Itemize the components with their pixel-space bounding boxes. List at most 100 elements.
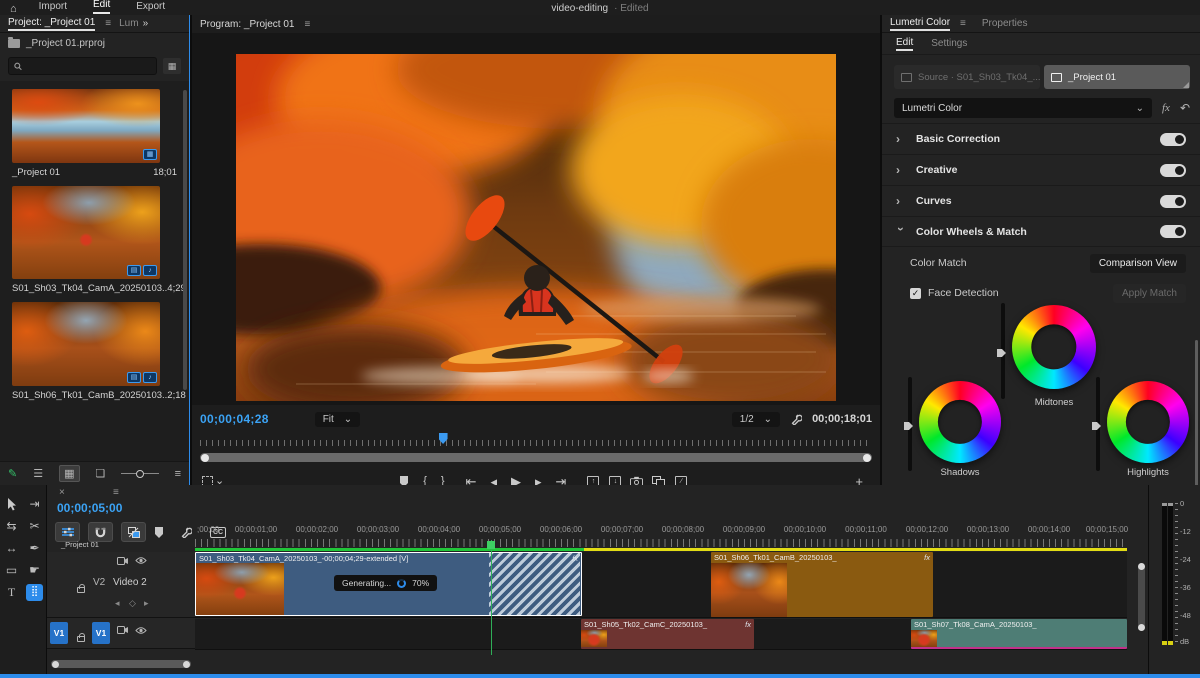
project-toolbar-menu-icon[interactable]: ≡ <box>175 468 181 480</box>
apply-match-button[interactable]: Apply Match <box>1112 283 1186 303</box>
search-box[interactable] <box>8 57 157 75</box>
tab-lumetri-truncated[interactable]: Lum <box>119 18 138 29</box>
remix-tool-selected[interactable]: ⣿ <box>26 583 43 601</box>
track-v2-number[interactable]: V2 <box>93 577 105 588</box>
tab-program[interactable]: Program: _Project 01 <box>200 19 295 30</box>
slip-tool[interactable]: ↔ <box>6 542 18 554</box>
vscroll-bottom-handle[interactable] <box>1138 624 1145 631</box>
shadows-slider-handle[interactable] <box>904 422 913 430</box>
toggle-track-output-eye-icon[interactable] <box>135 556 147 565</box>
source-monitor-icon[interactable] <box>117 557 128 565</box>
selection-tool[interactable] <box>6 497 17 511</box>
section-curves[interactable]: › Curves <box>882 185 1200 216</box>
timeline-ruler[interactable]: ;00;00 00;00;01;00 00;00;02;00 00;00;03;… <box>195 525 1128 547</box>
project-panel-menu-icon[interactable]: ≡ <box>105 18 111 29</box>
track-lock-icon[interactable] <box>77 633 85 642</box>
pen-tool[interactable]: ✒ <box>29 542 39 554</box>
previous-keyframe-icon[interactable]: ◂ <box>115 598 120 609</box>
timeline-panel-menu-icon[interactable]: ≡ <box>113 487 119 498</box>
shadows-wheel-center[interactable] <box>937 399 983 445</box>
close-icon[interactable]: × <box>59 487 65 498</box>
menu-export[interactable]: Export <box>136 1 165 14</box>
timeline-current-timecode[interactable]: 00;00;05;00 <box>57 501 122 515</box>
vscroll-top-handle[interactable] <box>1138 563 1145 570</box>
project-clip-thumbnail[interactable]: ▤ ♪ <box>12 302 160 386</box>
freeform-view-icon[interactable]: ❏ <box>96 467 106 480</box>
clip-s01-sh03-tk04-selected[interactable]: S01_Sh03_Tk04_CamA_20250103_-00;00;04;29… <box>195 552 582 616</box>
source-patch-v1-button[interactable]: V1 <box>50 622 68 644</box>
find-in-bin-icon[interactable]: ▦ <box>163 58 181 74</box>
menu-edit[interactable]: Edit <box>93 0 111 14</box>
section-color-wheels-match[interactable]: › Color Wheels & Match <box>882 216 1200 247</box>
section-creative[interactable]: › Creative <box>882 154 1200 185</box>
curves-toggle[interactable] <box>1160 194 1186 208</box>
scrollbar-right-handle[interactable] <box>863 453 871 462</box>
clip-name[interactable]: S01_Sh03_Tk04_CamA_20250103.. <box>12 283 167 294</box>
zoom-level-dropdown[interactable]: Fit ⌄ <box>314 411 361 427</box>
project-clip-thumbnail[interactable]: ▦ <box>12 89 160 163</box>
scrollbar-left-handle[interactable] <box>201 453 209 462</box>
highlights-slider-handle[interactable] <box>1092 422 1101 430</box>
search-input[interactable] <box>26 60 151 72</box>
home-icon[interactable]: ⌂ <box>10 4 17 15</box>
program-scrollbar[interactable] <box>200 453 872 462</box>
linked-selection-button[interactable] <box>121 522 146 542</box>
lumetri-panel-menu-icon[interactable]: ≡ <box>960 18 966 29</box>
track-lock-icon[interactable] <box>77 584 85 593</box>
shadows-luma-slider[interactable] <box>904 377 913 471</box>
project-file-row[interactable]: _Project 01.prproj <box>0 33 189 53</box>
program-panel-menu-icon[interactable]: ≡ <box>305 19 311 30</box>
lumetri-scrollbar[interactable] <box>1195 340 1198 490</box>
sequence-settings-button[interactable] <box>55 522 80 542</box>
settings-wrench-icon[interactable] <box>790 413 803 425</box>
icon-view-icon[interactable]: ▦ <box>59 465 80 482</box>
program-current-timecode[interactable]: 00;00;04;28 <box>200 412 269 426</box>
zoom-slider-knob[interactable] <box>135 469 144 478</box>
add-marker-icon[interactable] <box>154 526 164 538</box>
source-clip-button[interactable]: Source · S01_Sh03_Tk04_... <box>894 65 1040 89</box>
source-monitor-icon[interactable] <box>117 626 128 634</box>
razor-tool[interactable]: ✂ <box>29 520 39 532</box>
thumbnail-zoom-slider[interactable] <box>121 469 159 478</box>
timeline-zoom-scrollbar[interactable] <box>51 660 191 668</box>
tab-properties[interactable]: Properties <box>982 18 1028 29</box>
scrollbar-right-handle[interactable] <box>183 660 190 668</box>
clip-name[interactable]: _Project 01 <box>12 167 60 178</box>
clip-s01-sh07-tk08[interactable]: S01_Sh07_Tk08_CamA_20250103_ <box>911 619 1127 649</box>
type-tool[interactable]: T <box>8 586 15 598</box>
timeline-vertical-scrollbar[interactable] <box>1138 563 1145 631</box>
timeline-playhead-line[interactable] <box>491 540 492 655</box>
program-playhead[interactable] <box>438 433 448 444</box>
subtab-edit[interactable]: Edit <box>896 37 914 51</box>
sequence-button[interactable]: _Project 01 <box>1044 65 1190 89</box>
reset-effect-icon[interactable]: ↶ <box>1180 101 1190 115</box>
effect-dropdown[interactable]: Lumetri Color ⌄ <box>894 98 1152 118</box>
track-select-forward-tool[interactable]: ⇥ <box>29 498 39 510</box>
clip-s01-sh06-tk01[interactable]: S01_Sh06_Tk01_CamB_20250103_ fx <box>711 552 933 617</box>
scrollbar-left-handle[interactable] <box>52 660 59 668</box>
basic-correction-toggle[interactable] <box>1160 132 1186 146</box>
clip-name[interactable]: S01_Sh06_Tk01_CamB_20250103.. <box>12 390 167 401</box>
comparison-view-button[interactable]: Comparison View <box>1089 253 1186 273</box>
panel-overflow-icon[interactable]: » <box>143 18 149 29</box>
shadows-color-wheel[interactable] <box>919 381 1001 463</box>
tab-lumetri-color[interactable]: Lumetri Color <box>890 17 951 31</box>
next-keyframe-icon[interactable]: ▸ <box>144 598 149 609</box>
track-v2-name[interactable]: Video 2 <box>113 577 147 588</box>
timeline-settings-wrench-icon[interactable] <box>180 526 192 538</box>
edit-pencil-icon[interactable]: ✎ <box>8 467 17 480</box>
midtones-luma-slider[interactable] <box>997 303 1006 399</box>
face-detection-checkbox[interactable]: ✓ <box>910 287 921 299</box>
midtones-slider-handle[interactable] <box>997 349 1006 357</box>
color-wheels-toggle[interactable] <box>1160 225 1186 238</box>
hand-tool[interactable]: ☛ <box>29 564 40 576</box>
program-preview-image[interactable] <box>236 54 836 401</box>
ripple-edit-tool[interactable]: ⇆ <box>6 520 16 532</box>
rectangle-tool[interactable]: ▭ <box>6 564 17 576</box>
fx-badge-icon[interactable]: fx <box>1162 102 1170 114</box>
menu-import[interactable]: Import <box>39 1 67 14</box>
timeline-playhead-marker[interactable] <box>487 541 495 549</box>
highlights-color-wheel[interactable] <box>1107 381 1189 463</box>
highlights-luma-slider[interactable] <box>1092 377 1101 471</box>
program-time-ruler[interactable] <box>200 433 872 446</box>
